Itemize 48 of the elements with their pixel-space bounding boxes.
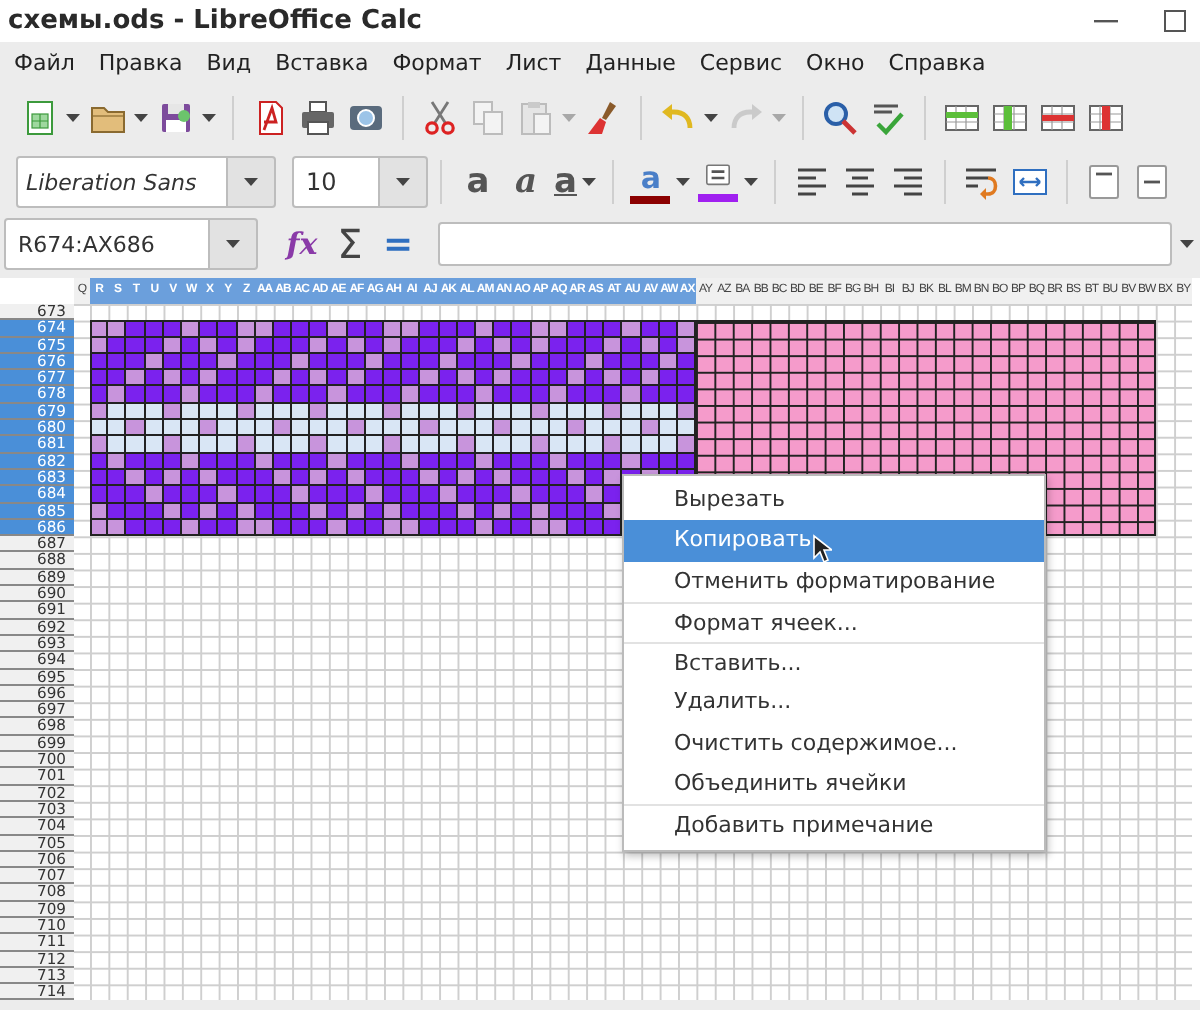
- menu-item[interactable]: Сервис: [687, 47, 795, 81]
- context-menu-item[interactable]: Очистить содержимое...: [624, 723, 1044, 765]
- menu-item[interactable]: Данные: [573, 47, 688, 81]
- maximize-icon: [1163, 10, 1185, 32]
- copy-icon: [468, 98, 508, 138]
- function-wizard-button[interactable]: fx: [278, 218, 326, 270]
- spellcheck-icon: [868, 98, 908, 138]
- dropdown-button[interactable]: [380, 156, 428, 208]
- name-box-field[interactable]: R674:AX686: [4, 218, 210, 270]
- underline-button[interactable]: a: [550, 156, 601, 208]
- menu-item[interactable]: Правка: [86, 47, 195, 81]
- menu-item[interactable]: Файл: [2, 47, 87, 81]
- window-title: схемы.ods - LibreOffice Calc: [8, 3, 422, 40]
- clipboard-icon: [516, 98, 556, 138]
- context-menu-item[interactable]: Вырезать: [624, 480, 1044, 521]
- menu-item[interactable]: Лист: [493, 47, 574, 81]
- align-top-icon: [1084, 162, 1125, 202]
- formula-button[interactable]: =: [374, 218, 422, 270]
- menu-item[interactable]: Формат: [380, 47, 494, 81]
- context-menu-item[interactable]: Удалить...: [624, 682, 1044, 724]
- caret-icon: [244, 178, 258, 186]
- dropdown-button[interactable]: [228, 156, 276, 208]
- mouse-pointer-icon: [812, 534, 832, 564]
- menu-item[interactable]: Справка: [876, 47, 998, 81]
- menu-item[interactable]: Вид: [194, 47, 264, 81]
- context-menu-item[interactable]: Объединить ячейки: [624, 764, 1044, 805]
- font-size-field[interactable]: 10: [292, 156, 380, 208]
- minimize-icon: [1094, 19, 1118, 23]
- scissors-icon: [420, 98, 460, 138]
- menu-item[interactable]: Вставка: [263, 47, 381, 81]
- caret-icon: [1179, 240, 1193, 248]
- dropdown-button[interactable]: [210, 218, 258, 270]
- wrap-text-icon: [962, 162, 1003, 202]
- align-middle-icon: [1132, 162, 1173, 202]
- italic-button[interactable]: a: [502, 156, 550, 208]
- context-menu-item[interactable]: Формат ячеек...: [624, 601, 1044, 643]
- context-menu-item[interactable]: Вставить...: [624, 642, 1044, 683]
- font-name-field[interactable]: Liberation Sans: [16, 156, 228, 208]
- formula-input-field[interactable]: [438, 222, 1172, 266]
- magnifier-icon: [820, 98, 860, 138]
- context-menu-item[interactable]: Добавить примечание: [624, 804, 1044, 846]
- context-menu-item[interactable]: Отменить форматирование: [624, 561, 1044, 602]
- printer-icon: [298, 98, 338, 138]
- menu-item[interactable]: Окно: [794, 47, 877, 81]
- caret-icon: [396, 178, 410, 186]
- sum-button[interactable]: Σ: [326, 218, 374, 270]
- bold-button[interactable]: a: [454, 156, 502, 208]
- caret-icon: [226, 240, 240, 248]
